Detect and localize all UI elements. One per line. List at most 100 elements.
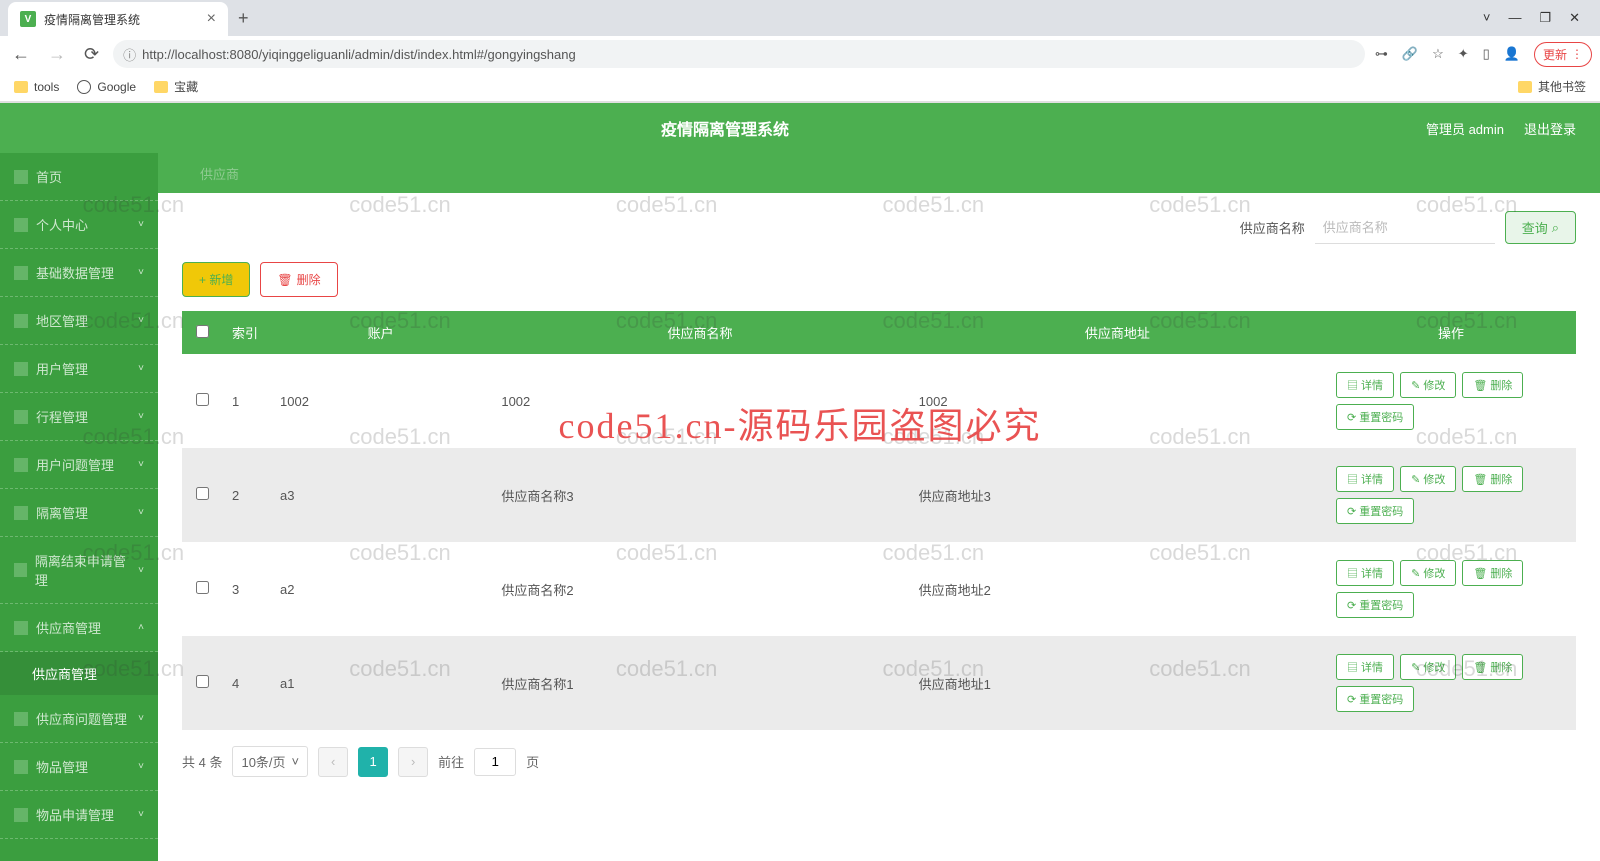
maximize-icon[interactable]: ❐ bbox=[1539, 10, 1551, 26]
cell-index: 4 bbox=[222, 636, 270, 730]
bookmark-other[interactable]: 其他书签 bbox=[1518, 78, 1586, 95]
question-icon bbox=[14, 458, 28, 472]
detail-button[interactable]: ▤ 详情 bbox=[1336, 560, 1394, 586]
add-button[interactable]: + 新增 bbox=[182, 262, 250, 297]
chevron-down-icon[interactable]: ˅ bbox=[1483, 10, 1491, 26]
sidebar-item-region[interactable]: 地区管理˅ bbox=[0, 297, 158, 345]
cell-address: 供应商地址3 bbox=[909, 448, 1326, 542]
address-bar[interactable]: ⓘ http://localhost:8080/yiqinggeliguanli… bbox=[113, 40, 1365, 68]
reset-password-button[interactable]: ⟳ 重置密码 bbox=[1336, 686, 1414, 712]
back-button[interactable]: ← bbox=[8, 44, 34, 65]
reset-password-button[interactable]: ⟳ 重置密码 bbox=[1336, 498, 1414, 524]
reset-password-button[interactable]: ⟳ 重置密码 bbox=[1336, 404, 1414, 430]
sidebar-item-supplier[interactable]: 供应商管理˄ bbox=[0, 604, 158, 652]
row-delete-button[interactable]: 🗑 删除 bbox=[1462, 560, 1523, 586]
th-checkbox[interactable] bbox=[182, 311, 222, 354]
edit-button[interactable]: ✎ 修改 bbox=[1400, 372, 1456, 398]
sidebar-item-item[interactable]: 物品管理˅ bbox=[0, 743, 158, 791]
page-unit: 页 bbox=[526, 752, 539, 771]
query-button[interactable]: 查询⌕ bbox=[1505, 211, 1576, 244]
sidebar-item-isolateend[interactable]: 隔离结束申请管理˅ bbox=[0, 537, 158, 604]
chevron-down-icon: ˅ bbox=[138, 507, 144, 518]
row-checkbox[interactable] bbox=[196, 675, 209, 688]
address-bar-row: ← → ⟳ ⓘ http://localhost:8080/yiqinggeli… bbox=[0, 36, 1600, 72]
row-delete-button[interactable]: 🗑 删除 bbox=[1462, 466, 1523, 492]
goto-label: 前往 bbox=[438, 752, 464, 771]
search-row: 供应商名称 查询⌕ bbox=[182, 211, 1576, 244]
sidebar-item-users[interactable]: 用户管理˅ bbox=[0, 345, 158, 393]
cell-index: 2 bbox=[222, 448, 270, 542]
page-size-select[interactable]: 10条/页 ˅ bbox=[232, 746, 308, 777]
row-checkbox[interactable] bbox=[196, 487, 209, 500]
close-icon[interactable]: ✕ bbox=[1569, 10, 1580, 26]
vue-icon: V bbox=[20, 11, 36, 27]
detail-button[interactable]: ▤ 详情 bbox=[1336, 466, 1394, 492]
search-input[interactable] bbox=[1315, 212, 1495, 244]
row-checkbox[interactable] bbox=[196, 581, 209, 594]
cell-address: 1002 bbox=[909, 354, 1326, 448]
update-button[interactable]: 更新 ⋮ bbox=[1534, 42, 1592, 67]
star-icon[interactable]: ☆ bbox=[1432, 46, 1444, 62]
detail-button[interactable]: ▤ 详情 bbox=[1336, 654, 1394, 680]
extension-icon[interactable]: ✦ bbox=[1458, 46, 1469, 62]
window-controls: ˅ — ❐ ✕ bbox=[1483, 10, 1592, 26]
question-icon bbox=[14, 712, 28, 726]
sidebar-item-basedata[interactable]: 基础数据管理˅ bbox=[0, 249, 158, 297]
prev-page-button[interactable]: ‹ bbox=[318, 747, 348, 777]
cell-index: 1 bbox=[222, 354, 270, 448]
detail-button[interactable]: ▤ 详情 bbox=[1336, 372, 1394, 398]
data-table: 索引 账户 供应商名称 供应商地址 操作 1 1002 1002 1002 ▤ … bbox=[182, 311, 1576, 730]
reset-password-button[interactable]: ⟳ 重置密码 bbox=[1336, 592, 1414, 618]
sidebar-item-profile[interactable]: 个人中心˅ bbox=[0, 201, 158, 249]
key-icon[interactable]: ⊶ bbox=[1375, 46, 1388, 62]
profile-icon[interactable]: 👤 bbox=[1504, 46, 1520, 62]
cell-index: 3 bbox=[222, 542, 270, 636]
minimize-icon[interactable]: — bbox=[1508, 10, 1521, 26]
cell-account: a2 bbox=[270, 542, 491, 636]
edit-button[interactable]: ✎ 修改 bbox=[1400, 654, 1456, 680]
chevron-down-icon: ˅ bbox=[138, 459, 144, 470]
row-delete-button[interactable]: 🗑 删除 bbox=[1462, 372, 1523, 398]
search-label: 供应商名称 bbox=[1240, 218, 1305, 237]
sidebar-item-travel[interactable]: 行程管理˅ bbox=[0, 393, 158, 441]
cell-account: 1002 bbox=[270, 354, 491, 448]
delete-button[interactable]: 🗑删除 bbox=[260, 262, 337, 297]
goto-input[interactable] bbox=[474, 748, 516, 776]
sidebar-item-itemapply[interactable]: 物品申请管理˅ bbox=[0, 791, 158, 839]
chevron-down-icon: ˅ bbox=[138, 219, 144, 230]
th-account: 账户 bbox=[270, 311, 491, 354]
checkbox-all[interactable] bbox=[196, 325, 209, 338]
browser-tab[interactable]: V 疫情隔离管理系统 × bbox=[8, 2, 228, 36]
reload-button[interactable]: ⟳ bbox=[80, 44, 103, 65]
bookmark-tools[interactable]: tools bbox=[14, 80, 59, 94]
edit-button[interactable]: ✎ 修改 bbox=[1400, 466, 1456, 492]
supplier-icon bbox=[14, 621, 28, 635]
bookmarks-bar: tools Google 宝藏 其他书签 bbox=[0, 72, 1600, 102]
next-page-button[interactable]: › bbox=[398, 747, 428, 777]
row-delete-button[interactable]: 🗑 删除 bbox=[1462, 654, 1523, 680]
sidebar-item-userq[interactable]: 用户问题管理˅ bbox=[0, 441, 158, 489]
sidebar-item-supplierq[interactable]: 供应商问题管理˅ bbox=[0, 695, 158, 743]
bookmark-baozang[interactable]: 宝藏 bbox=[154, 78, 198, 95]
link-icon[interactable]: 🔗 bbox=[1402, 46, 1418, 62]
app-header: 疫情隔离管理系统 管理员 admin 退出登录 bbox=[0, 103, 1600, 153]
pagination: 共 4 条 10条/页 ˅ ‹ 1 › 前往 页 bbox=[182, 746, 1576, 777]
sidebar-item-home[interactable]: 首页 bbox=[0, 153, 158, 201]
logout-button[interactable]: 退出登录 bbox=[1524, 119, 1576, 138]
forward-button[interactable]: → bbox=[44, 44, 70, 65]
sidebar-sub-supplier[interactable]: 供应商管理 bbox=[0, 652, 158, 695]
new-tab-button[interactable]: + bbox=[228, 8, 259, 29]
user-label[interactable]: 管理员 admin bbox=[1426, 119, 1504, 138]
row-checkbox[interactable] bbox=[196, 393, 209, 406]
page-1-button[interactable]: 1 bbox=[358, 747, 388, 777]
cell-address: 供应商地址2 bbox=[909, 542, 1326, 636]
trash-icon: 🗑 bbox=[277, 273, 292, 287]
close-tab-icon[interactable]: × bbox=[207, 10, 216, 28]
table-row: 2 a3 供应商名称3 供应商地址3 ▤ 详情 ✎ 修改 🗑 删除 ⟳ 重置密码 bbox=[182, 448, 1576, 542]
sidebar-item-isolate[interactable]: 隔离管理˅ bbox=[0, 489, 158, 537]
info-icon[interactable]: ⓘ bbox=[123, 45, 136, 64]
edit-button[interactable]: ✎ 修改 bbox=[1400, 560, 1456, 586]
panel-icon[interactable]: ▯ bbox=[1483, 46, 1490, 62]
bookmark-google[interactable]: Google bbox=[77, 80, 136, 94]
url-text: http://localhost:8080/yiqinggeliguanli/a… bbox=[142, 47, 576, 62]
